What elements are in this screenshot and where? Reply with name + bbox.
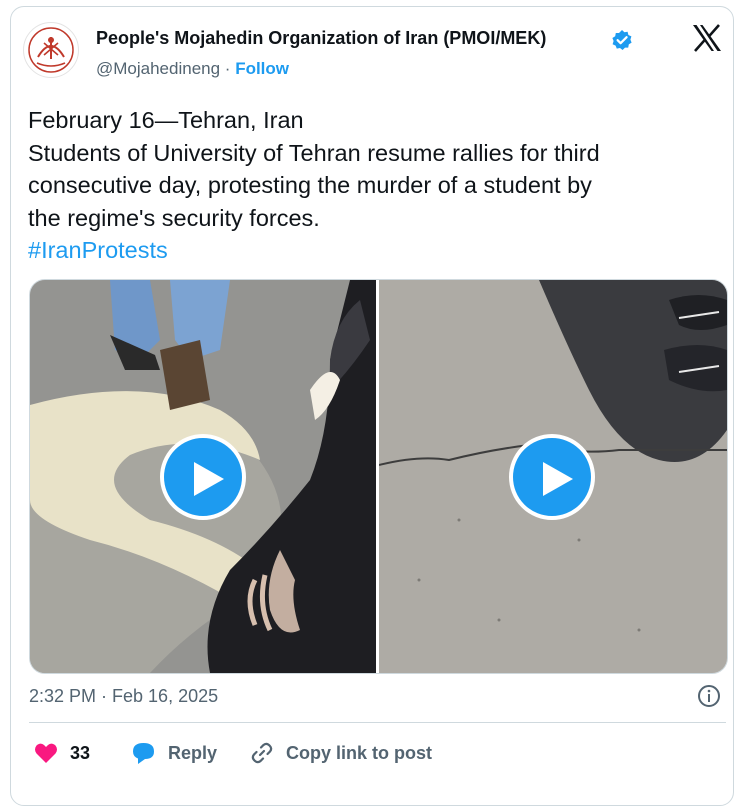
divider	[29, 722, 726, 723]
play-icon	[543, 462, 573, 496]
video-thumbnail-2[interactable]	[379, 280, 727, 673]
tweet-line: consecutive day, protesting the murder o…	[28, 172, 592, 198]
author-handle[interactable]: @Mojahedineng	[96, 59, 220, 78]
video-thumbnail-1[interactable]	[30, 280, 376, 673]
author-avatar[interactable]	[23, 22, 79, 78]
handle-separator: ·	[220, 59, 236, 78]
reply-label: Reply	[168, 742, 218, 763]
hashtag-link[interactable]: #IranProtests	[28, 234, 708, 267]
media-grid	[29, 279, 728, 674]
play-button-2[interactable]	[509, 434, 595, 520]
play-button-1[interactable]	[160, 434, 246, 520]
follow-button[interactable]: Follow	[235, 59, 289, 78]
tweet-line: the regime's security forces.	[28, 204, 320, 231]
info-icon[interactable]	[697, 684, 721, 708]
copy-link-button[interactable]: Copy link to post	[250, 738, 432, 768]
tweet-line: February 16—Tehran, Iran	[28, 107, 304, 133]
link-icon	[251, 742, 273, 764]
post-timestamp[interactable]: 2:32 PM · Feb 16, 2025	[29, 686, 218, 707]
reply-bubble-icon	[133, 743, 154, 764]
reply-button[interactable]: Reply	[131, 738, 217, 768]
copy-link-label: Copy link to post	[286, 742, 432, 763]
verified-badge-icon	[612, 30, 632, 50]
play-icon	[194, 462, 224, 496]
heart-icon	[35, 743, 57, 763]
tweet-text: February 16—Tehran, Iran Students of Uni…	[28, 104, 708, 267]
action-bar: 33 Reply Copy link to post	[0, 738, 739, 770]
like-button[interactable]: 33	[34, 738, 90, 768]
x-logo-icon[interactable]	[692, 24, 722, 52]
like-count: 33	[70, 742, 91, 763]
pmoi-emblem-icon	[28, 27, 74, 73]
author-handle-line: @Mojahedineng · Follow	[96, 59, 289, 79]
author-name[interactable]: People's Mojahedin Organization of Iran …	[96, 28, 546, 49]
tweet-line: Students of University of Tehran resume …	[28, 139, 600, 166]
